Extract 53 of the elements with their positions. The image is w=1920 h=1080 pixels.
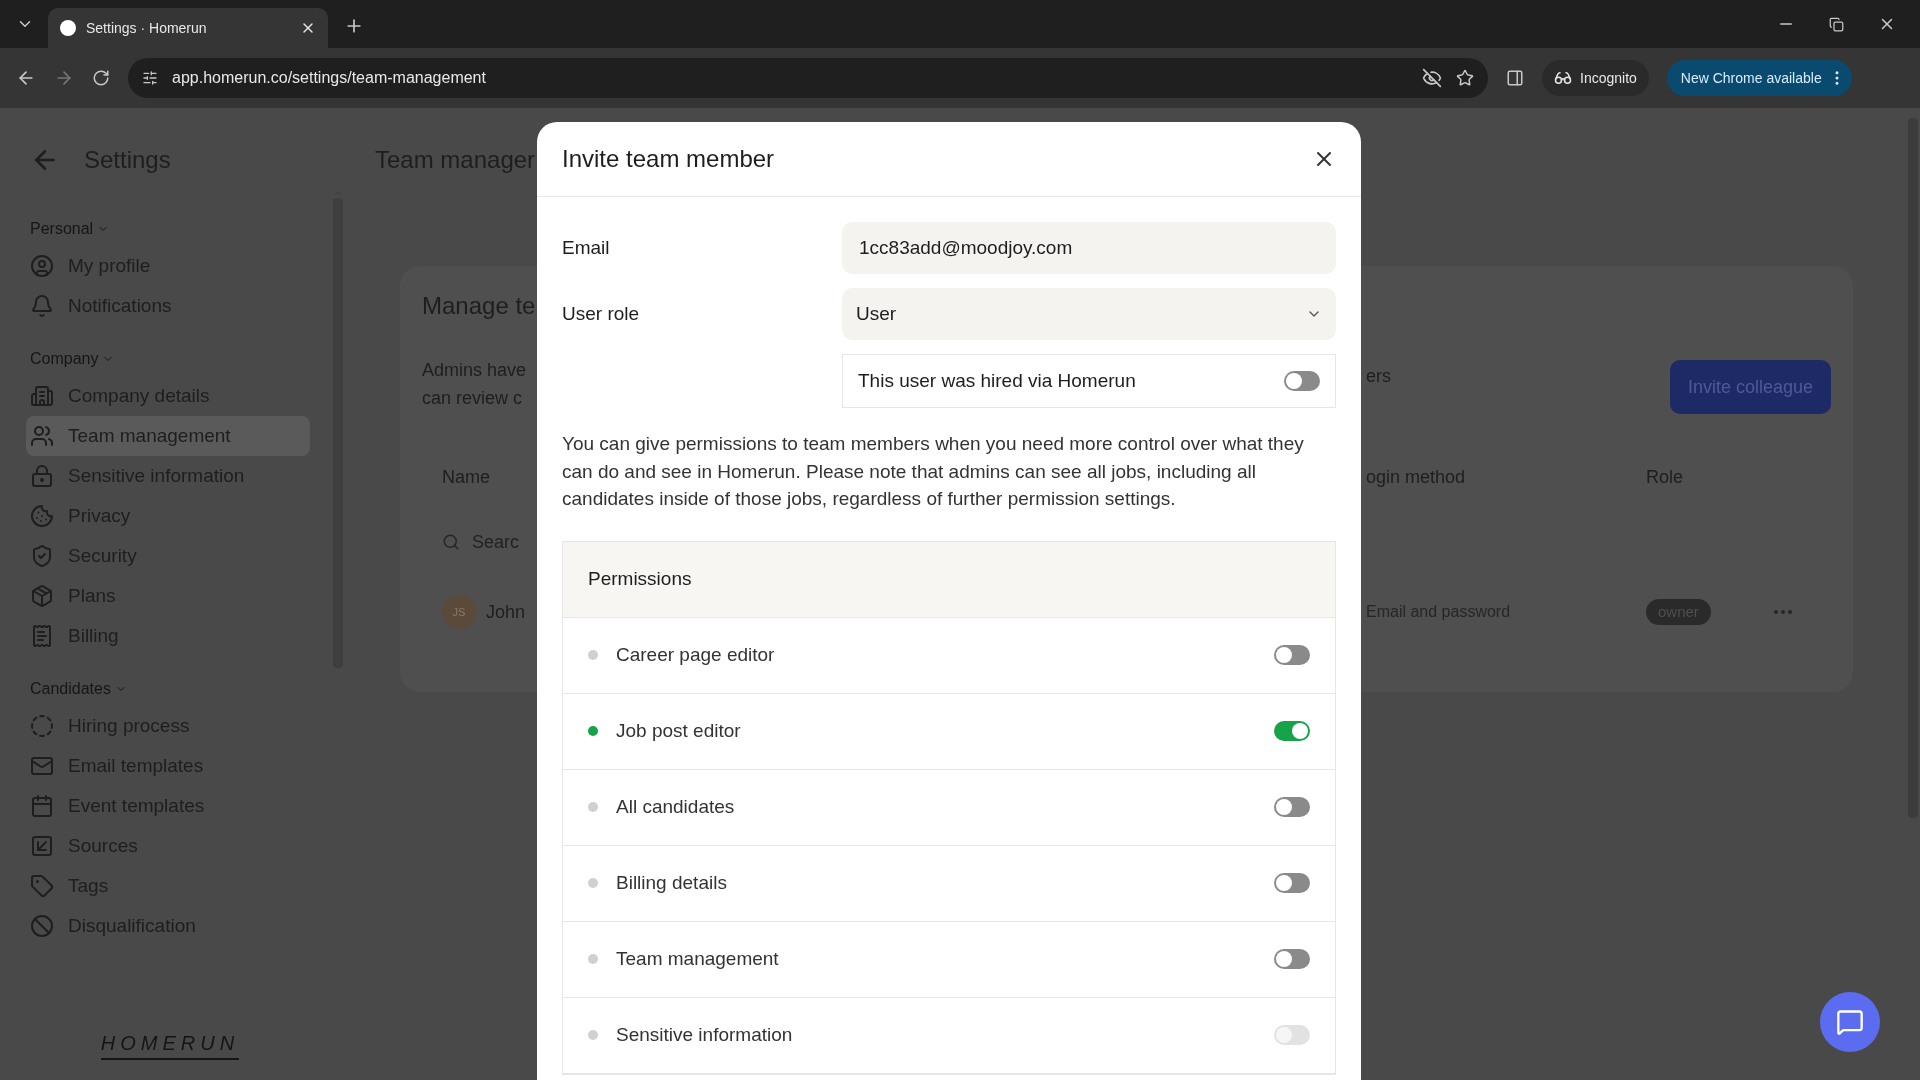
dialog-title: Invite team member: [562, 144, 775, 174]
info-paragraph: You can give permissions to team members when you need more control over what they can do and see in Homerun. Please note that admins can see all jobs, including all candidates inside of those jobs, regardless of further permission settings.: [562, 432, 1305, 511]
restore-icon[interactable]: [1829, 16, 1844, 32]
dashed-circle-icon: [30, 714, 54, 738]
favicon-icon: [60, 20, 76, 36]
tag-icon: [30, 874, 54, 898]
sidebar-item[interactable]: Team management: [26, 416, 310, 456]
chat-icon: [1836, 1008, 1864, 1036]
option-label: This user was hired via Homerun: [858, 368, 1136, 393]
permission-label: Team management: [616, 946, 780, 971]
email-field[interactable]: 1cc83add@moodjoy.com: [842, 222, 1336, 274]
toggle-switch[interactable]: [1274, 797, 1310, 817]
toggle-switch[interactable]: [1274, 949, 1310, 969]
permission-label: Job post editor: [616, 718, 742, 743]
field-label: Email: [562, 236, 611, 260]
toggle-switch[interactable]: [1284, 371, 1320, 391]
permission-label: Billing details: [616, 870, 728, 895]
incognito-badge[interactable]: Incognito: [1542, 60, 1649, 96]
box-icon: [30, 584, 54, 608]
eye-off-icon[interactable]: [1422, 68, 1442, 88]
shield-icon: [30, 544, 54, 568]
permission-label: All candidates: [616, 794, 736, 819]
permission-label: Career page editor: [616, 642, 776, 667]
update-button[interactable]: New Chrome available: [1666, 60, 1852, 96]
bell-icon: [30, 294, 54, 318]
incognito-label: Incognito: [1580, 68, 1637, 88]
people-icon: [30, 424, 54, 448]
lock-icon: [30, 464, 54, 488]
bookmark-icon[interactable]: [1456, 69, 1474, 87]
glasses-icon: [1554, 69, 1572, 87]
building-icon: [30, 384, 54, 408]
field-label: User role: [562, 302, 641, 326]
calendar-icon: [30, 794, 54, 818]
address-bar[interactable]: app.homerun.co/settings/team-management: [128, 58, 1488, 98]
reload-icon[interactable]: [92, 69, 110, 87]
receipt-icon: [30, 624, 54, 648]
chat-button[interactable]: [1820, 992, 1880, 1052]
side-panel-icon[interactable]: [1506, 69, 1524, 87]
update-label: New Chrome available: [1680, 68, 1822, 88]
mail-icon: [30, 754, 54, 778]
site-settings-icon[interactable]: [142, 70, 158, 86]
user-icon: [30, 254, 54, 278]
cookie-icon: [30, 504, 54, 528]
panel-title: Permissions: [588, 566, 692, 591]
search-icon: [442, 533, 460, 551]
permission-label: Sensitive information: [616, 1022, 794, 1047]
browser-tab[interactable]: Settings · Homerun: [48, 8, 328, 48]
ban-icon: [30, 914, 54, 938]
arrow-square-icon: [30, 834, 54, 858]
toggle-switch[interactable]: [1274, 873, 1310, 893]
toggle-switch[interactable]: [1274, 645, 1310, 665]
toggle-switch[interactable]: [1274, 721, 1310, 741]
role-select[interactable]: User: [842, 288, 1336, 340]
